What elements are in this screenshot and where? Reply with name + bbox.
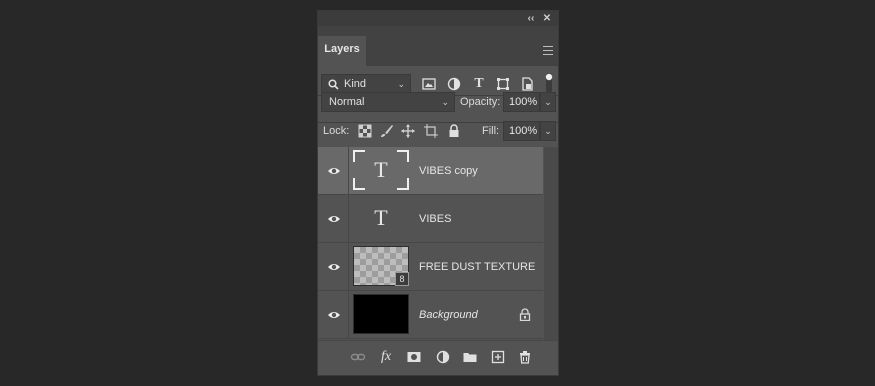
text-layer-icon: T xyxy=(374,205,388,230)
divider xyxy=(348,291,349,338)
layer-row-background[interactable]: Background xyxy=(318,291,543,339)
delete-layer-icon[interactable] xyxy=(517,349,533,365)
layers-scrollbar[interactable] xyxy=(544,147,558,340)
layer-name[interactable]: Background xyxy=(419,291,478,339)
adjustment-layer-icon[interactable] xyxy=(435,349,451,365)
layer-thumbnail-text: T xyxy=(353,150,409,190)
layer-name[interactable]: VIBES copy xyxy=(419,147,478,195)
smart-object-filter-icon[interactable] xyxy=(519,76,535,92)
fill-input[interactable]: 100% xyxy=(503,121,540,141)
selection-corner xyxy=(397,178,409,190)
blend-row: Normal ⌄ Opacity: 100% ⌄ xyxy=(318,91,558,121)
visibility-eye-icon[interactable] xyxy=(327,308,341,322)
panel-menu-icon[interactable] xyxy=(543,46,553,55)
fill-label: Fill: xyxy=(482,125,500,137)
fill-dropdown-button[interactable]: ⌄ xyxy=(540,121,556,141)
layer-row-free-dust-texture[interactable]: 8 FREE DUST TEXTURE xyxy=(318,243,543,291)
opacity-dropdown-button[interactable]: ⌄ xyxy=(540,92,556,112)
collapse-panel-icon[interactable]: ‹‹ xyxy=(524,11,538,26)
layer-row-vibes[interactable]: T VIBES xyxy=(318,195,543,243)
layer-lock-icon[interactable] xyxy=(519,308,531,321)
lock-row: Lock: Fill: 100% ⌄ xyxy=(318,120,558,147)
visibility-eye-icon[interactable] xyxy=(327,260,341,274)
opacity-label: Opacity: xyxy=(460,96,501,108)
type-filter-icon[interactable]: T xyxy=(471,76,487,92)
smart-object-link-icon: 8 xyxy=(395,272,409,286)
opacity-input[interactable]: 100% xyxy=(503,92,540,112)
chevron-down-icon: ⌄ xyxy=(544,126,552,136)
lock-transparent-pixels-icon[interactable] xyxy=(357,123,373,139)
new-layer-icon[interactable] xyxy=(490,349,506,365)
layer-row-vibes-copy[interactable]: T VIBES copy xyxy=(318,147,543,195)
text-layer-icon: T xyxy=(374,157,388,182)
lock-all-icon[interactable] xyxy=(446,123,462,139)
chevron-down-icon: ⌄ xyxy=(544,97,552,107)
tab-layers[interactable]: Layers xyxy=(318,36,366,66)
divider xyxy=(348,243,349,290)
filter-kind-label: Kind xyxy=(344,78,367,90)
chevron-down-icon: ⌄ xyxy=(441,97,449,107)
visibility-eye-icon[interactable] xyxy=(327,212,341,226)
fill-value: 100% xyxy=(509,125,538,137)
shape-filter-icon[interactable] xyxy=(495,76,511,92)
divider xyxy=(348,195,349,242)
lock-label: Lock: xyxy=(323,125,350,137)
visibility-eye-icon[interactable] xyxy=(327,164,341,178)
lock-image-pixels-icon[interactable] xyxy=(379,123,395,139)
layer-name[interactable]: VIBES xyxy=(419,195,451,243)
layers-bottom-bar: fx xyxy=(318,340,558,375)
selection-corner xyxy=(353,178,365,190)
layer-thumbnail-text: T xyxy=(353,198,409,238)
selection-corner xyxy=(397,150,409,162)
lock-position-icon[interactable] xyxy=(400,123,416,139)
search-icon xyxy=(328,79,339,90)
image-filter-icon[interactable] xyxy=(421,76,437,92)
layer-thumbnail-black xyxy=(353,294,409,334)
divider xyxy=(348,147,349,194)
blend-mode-value: Normal xyxy=(329,96,365,108)
layer-name[interactable]: FREE DUST TEXTURE xyxy=(419,243,535,291)
selection-corner xyxy=(353,150,365,162)
blend-mode-dropdown[interactable]: Normal ⌄ xyxy=(321,92,455,112)
panel-titlebar: ‹‹ ✕ xyxy=(318,11,558,26)
layer-mask-icon[interactable] xyxy=(406,349,422,365)
layers-panel: ‹‹ ✕ Layers Kind ⌄ T Normal ⌄ Opacity: 1… xyxy=(317,10,559,376)
lock-artboard-icon[interactable] xyxy=(423,123,439,139)
link-layers-icon[interactable] xyxy=(350,349,366,365)
opacity-value: 100% xyxy=(509,96,538,108)
layers-list: T VIBES copy T VIBES 8 FREE DUST TEXTURE… xyxy=(318,147,560,340)
close-panel-icon[interactable]: ✕ xyxy=(540,11,554,26)
fx-icon[interactable]: fx xyxy=(378,349,394,365)
new-group-icon[interactable] xyxy=(462,349,478,365)
panel-tab-row: Layers xyxy=(318,26,558,66)
adjustment-filter-icon[interactable] xyxy=(446,76,462,92)
